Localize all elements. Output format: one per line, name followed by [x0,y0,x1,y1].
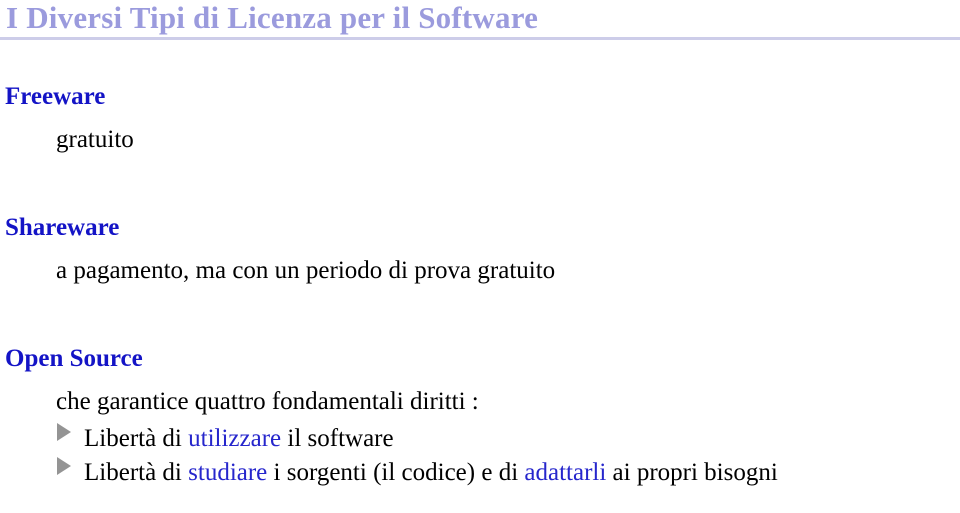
list-item-part1: Libertà di [84,459,189,486]
list-item-text: Libertà di studiare i sorgenti (il codic… [84,456,778,490]
rights-list: Libertà di utilizzare il software Libert… [0,422,960,490]
slide-content: Freeware gratuito Shareware a pagamento,… [0,48,960,490]
page-title: I Diversi Tipi di Licenza per il Softwar… [6,0,539,35]
triangle-right-icon [57,423,71,441]
section-freeware: Freeware gratuito [0,82,960,156]
list-item-part2: il software [281,425,394,452]
section-heading-open-source: Open Source [5,345,143,372]
list-item-part1: Libertà di [84,425,189,452]
triangle-right-icon [57,457,71,475]
title-separator [0,37,960,40]
list-item: Libertà di studiare i sorgenti (il codic… [0,456,960,490]
section-body-shareware: a pagamento, ma con un periodo di prova … [56,257,556,284]
list-item-keyword1: utilizzare [188,425,282,452]
section-heading-shareware: Shareware [5,214,120,241]
section-shareware: Shareware a pagamento, ma con un periodo… [0,213,960,287]
slide: I Diversi Tipi di Licenza per il Softwar… [0,0,960,513]
list-item-keyword1: studiare [188,459,268,486]
section-body-freeware: gratuito [56,126,134,153]
list-item-keyword2: adattarli [524,459,607,486]
section-body-open-source: che garantice quattro fondamentali dirit… [56,388,479,415]
list-item-text: Libertà di utilizzare il software [84,422,394,456]
list-item: Libertà di utilizzare il software [0,422,960,456]
section-heading-freeware: Freeware [5,83,106,110]
section-open-source: Open Source che garantice quattro fondam… [0,344,960,490]
list-item-part2: i sorgenti (il codice) e di [267,459,525,486]
list-item-part3: ai propri bisogni [606,459,778,486]
